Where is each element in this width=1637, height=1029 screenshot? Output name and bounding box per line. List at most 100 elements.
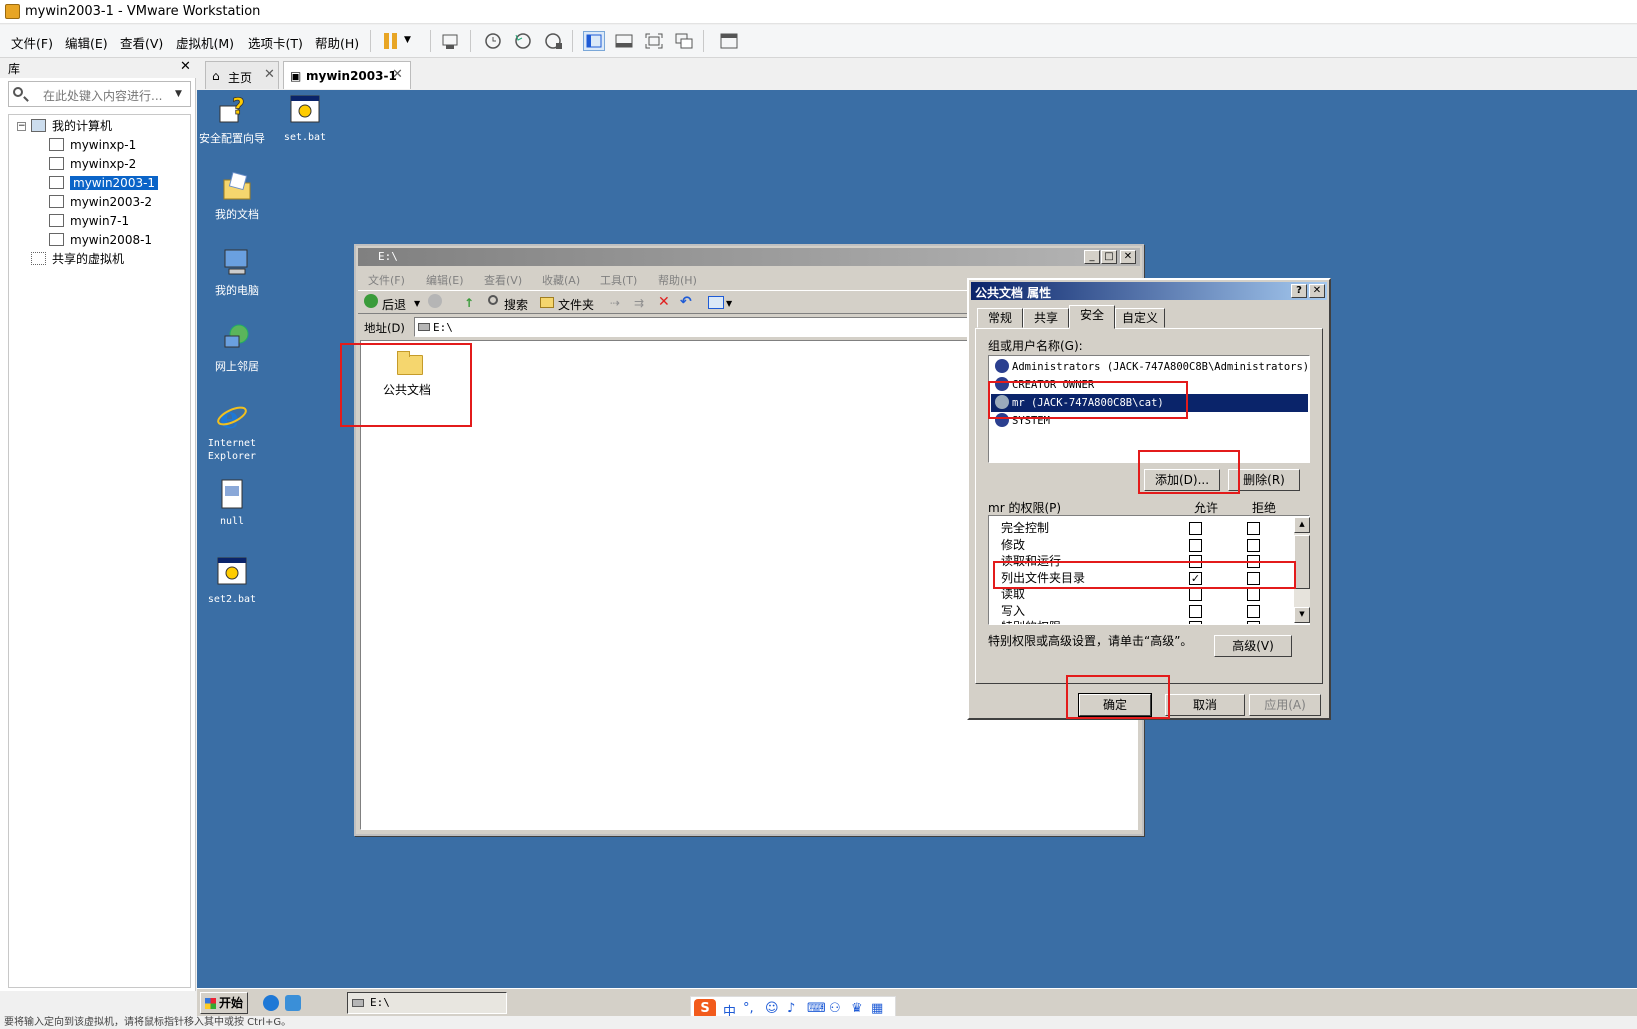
desktop-icon-set2-bat[interactable]: set2.bat [197,556,267,605]
snapshot-manager-icon[interactable] [542,31,564,51]
cancel-button[interactable]: 取消 [1165,694,1245,716]
pause-icon[interactable] [382,31,404,51]
deny-checkbox[interactable] [1247,621,1260,624]
tree-item-vm[interactable]: mywin7-1 [49,212,129,231]
address-input[interactable]: E:\ [414,317,974,337]
desktop-icon-network-places[interactable]: 网上邻居 [202,322,272,374]
tab-customize[interactable]: 自定义 [1115,308,1165,328]
scroll-thumb[interactable] [1294,535,1310,589]
collapse-icon[interactable]: − [17,122,26,131]
menu-tabs[interactable]: 选项卡(T) [248,33,303,52]
menu-view[interactable]: 查看(V) [120,33,163,52]
undo-icon[interactable]: ↶ [680,294,692,310]
explorer-menu-file[interactable]: 文件(F) [368,272,405,288]
explorer-menu-favorites[interactable]: 收藏(A) [542,272,580,288]
desktop-icon-my-computer[interactable]: 我的电脑 [202,246,272,298]
maximize-button[interactable]: □ [1101,250,1117,264]
deny-checkbox[interactable] [1247,522,1260,535]
deny-checkbox[interactable] [1247,538,1260,552]
tab-general[interactable]: 常规 [977,308,1023,328]
skin-icon[interactable]: ♛ [851,1001,863,1016]
tree-item-vm-selected[interactable]: mywin2003-1 [49,174,159,193]
tree-item-my-computer[interactable]: 我的计算机 [31,117,112,136]
tab-sharing[interactable]: 共享 [1023,308,1069,328]
explorer-menu-tools[interactable]: 工具(T) [600,272,637,288]
toolbox-icon[interactable]: ▦ [871,1001,883,1016]
apply-button[interactable]: 应用(A) [1249,694,1321,716]
allow-checkbox[interactable] [1189,604,1202,618]
send-keys-icon[interactable] [440,31,462,51]
punctuation-icon[interactable]: °, [743,1001,754,1016]
explorer-menu-edit[interactable]: 编辑(E) [426,272,464,288]
power-dropdown-icon[interactable]: ▼ [404,35,426,55]
deny-checkbox[interactable] [1247,588,1260,601]
folder-up-icon[interactable]: ↑ [464,296,474,310]
unity-icon[interactable] [673,31,695,51]
close-icon[interactable]: ✕ [264,67,275,82]
chevron-down-icon[interactable]: ▼ [175,89,182,99]
desktop-icon[interactable] [285,995,301,1011]
library-search-input[interactable]: 在此处键入内容进行... ▼ [8,81,191,107]
emoji-icon[interactable]: ☺ [765,1001,779,1016]
scroll-up-icon[interactable]: ▲ [1294,517,1310,533]
tree-item-vm[interactable]: mywinxp-2 [49,155,136,174]
forward-arrow-icon[interactable] [428,294,442,308]
desktop-icon-security-wizard[interactable]: ? 安全配置向导 [197,94,267,146]
allow-checkbox[interactable] [1189,588,1202,601]
explorer-menu-view[interactable]: 查看(V) [484,272,522,288]
deny-checkbox[interactable] [1247,604,1260,618]
snapshot-revert-icon[interactable] [512,31,534,51]
back-arrow-icon[interactable] [364,294,378,308]
tree-item-vm[interactable]: mywinxp-1 [49,136,136,155]
help-button[interactable]: ? [1291,284,1307,298]
tab-vm[interactable]: ▣ mywin2003-1 ✕ [283,61,411,89]
menu-vm[interactable]: 虚拟机(M) [176,33,234,52]
menu-help[interactable]: 帮助(H) [315,33,359,52]
console-view-icon[interactable] [718,31,740,51]
start-button[interactable]: 开始 [200,992,248,1014]
desktop-icon-my-documents[interactable]: 我的文档 [202,170,272,222]
menu-file[interactable]: 文件(F) [11,33,53,52]
views-icon[interactable] [708,296,724,309]
move-to-icon[interactable]: ⇢ [610,296,620,310]
scroll-down-icon[interactable]: ▼ [1294,607,1310,623]
keyboard-icon[interactable]: ⌨ [807,1001,826,1016]
search-button[interactable]: 搜索 [504,296,528,313]
folders-button[interactable]: 文件夹 [558,296,594,313]
close-button[interactable]: ✕ [1120,250,1136,264]
snapshot-take-icon[interactable] [482,31,504,51]
scrollbar[interactable]: ▲ ▼ [1294,517,1310,623]
explorer-menu-help[interactable]: 帮助(H) [658,272,697,288]
thumbnail-bar-icon[interactable] [613,31,635,51]
desktop-icon-set-bat[interactable]: set.bat [270,94,340,143]
internet-explorer-icon[interactable] [263,995,279,1011]
close-icon[interactable]: ✕ [180,59,191,74]
back-button[interactable]: 后退 [382,296,406,313]
tab-security[interactable]: 安全 [1069,305,1115,329]
advanced-button[interactable]: 高级(V) [1214,635,1292,657]
microphone-icon[interactable]: ♪ [787,1001,795,1016]
allow-checkbox[interactable] [1189,538,1202,552]
close-icon[interactable]: ✕ [392,67,403,82]
menu-edit[interactable]: 编辑(E) [65,33,108,52]
desktop-icon-internet-explorer[interactable]: e Internet Explorer [197,400,267,462]
tree-item-shared-vms[interactable]: 共享的虚拟机 [31,250,124,269]
library-view-icon[interactable] [583,31,605,51]
delete-icon[interactable]: ✕ [658,294,670,310]
tree-item-vm[interactable]: mywin2008-1 [49,231,152,250]
allow-checkbox[interactable] [1189,522,1202,535]
taskbar-item-explorer[interactable]: E:\ [347,992,507,1014]
copy-to-icon[interactable]: ⇉ [634,296,644,310]
chevron-down-icon[interactable]: ▼ [414,299,420,308]
chevron-down-icon[interactable]: ▼ [726,299,732,308]
list-item[interactable]: Administrators (JACK-747A800C8B\Administ… [991,358,1309,376]
tab-home[interactable]: ⌂ 主页 ✕ [205,61,279,89]
close-button[interactable]: ✕ [1309,284,1325,298]
explorer-titlebar[interactable]: E:\ _ □ ✕ [358,248,1140,266]
allow-checkbox[interactable] [1189,621,1202,624]
user-icon[interactable]: ⚇ [829,1001,841,1016]
full-screen-icon[interactable] [643,31,665,51]
dialog-titlebar[interactable]: 公共文档 属性 ? ✕ [971,282,1327,300]
tree-item-vm[interactable]: mywin2003-2 [49,193,152,212]
desktop-icon-null[interactable]: null [197,478,267,527]
